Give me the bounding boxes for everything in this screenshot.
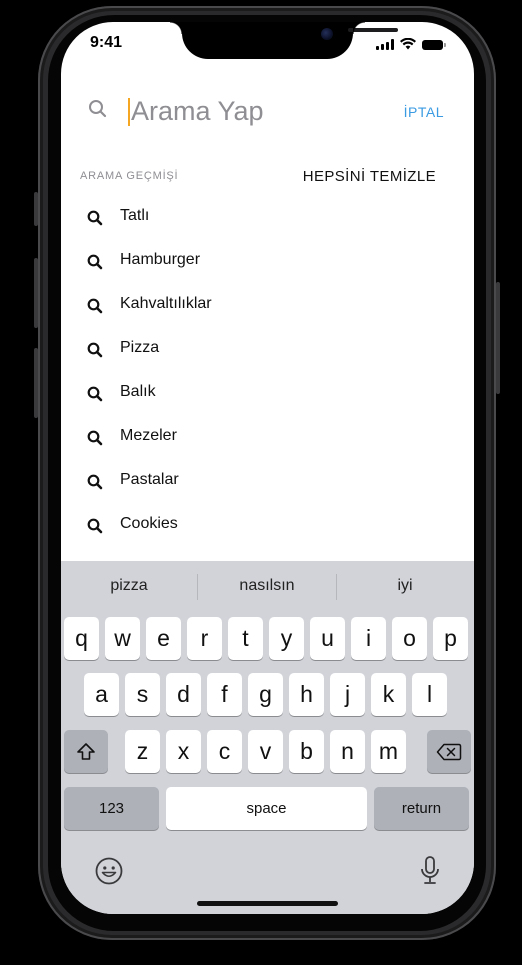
return-key[interactable]: return: [374, 787, 469, 830]
status-time: 9:41: [90, 34, 123, 51]
emoji-icon[interactable]: [94, 856, 124, 886]
battery-icon: [422, 40, 446, 50]
search-input[interactable]: [131, 92, 371, 130]
key-g[interactable]: g: [248, 673, 283, 716]
history-item[interactable]: Tatlı: [61, 198, 474, 242]
history-item-label: Pastalar: [120, 471, 179, 488]
history-item[interactable]: Mezeler: [61, 418, 474, 462]
key-a[interactable]: a: [84, 673, 119, 716]
history-item[interactable]: Balık: [61, 374, 474, 418]
key-f[interactable]: f: [207, 673, 242, 716]
key-o[interactable]: o: [392, 617, 427, 660]
key-n[interactable]: n: [330, 730, 365, 773]
history-item-label: Kahvaltılıklar: [120, 295, 212, 312]
history-item-label: Balık: [120, 383, 156, 400]
history-item[interactable]: Kahvaltılıklar: [61, 286, 474, 330]
search-icon: [87, 386, 103, 402]
key-c[interactable]: c: [207, 730, 242, 773]
search-icon: [89, 100, 107, 118]
key-p[interactable]: p: [433, 617, 468, 660]
key-u[interactable]: u: [310, 617, 345, 660]
space-key[interactable]: space: [166, 787, 367, 830]
history-item[interactable]: Pastalar: [61, 462, 474, 506]
cellular-signal-icon: [376, 39, 394, 50]
key-k[interactable]: k: [371, 673, 406, 716]
clear-all-button[interactable]: HEPSİNİ TEMİZLE: [303, 168, 436, 185]
key-l[interactable]: l: [412, 673, 447, 716]
history-item-label: Tatlı: [120, 207, 150, 224]
search-icon: [87, 430, 103, 446]
suggestion-divider: [336, 574, 337, 600]
predictive-bar: pizza nasılsın iyi: [61, 561, 474, 605]
key-d[interactable]: d: [166, 673, 201, 716]
key-s[interactable]: s: [125, 673, 160, 716]
key-r[interactable]: r: [187, 617, 222, 660]
history-item-label: Cookies: [120, 515, 178, 532]
key-y[interactable]: y: [269, 617, 304, 660]
microphone-icon[interactable]: [419, 855, 441, 887]
power-button: [496, 282, 500, 394]
search-bar: İPTAL: [61, 86, 474, 136]
history-list: Tatlı Hamburger Kahvaltılıklar Pizza Bal…: [61, 198, 474, 550]
key-h[interactable]: h: [289, 673, 324, 716]
notch: [170, 22, 398, 59]
search-icon: [87, 298, 103, 314]
key-b[interactable]: b: [289, 730, 324, 773]
delete-key[interactable]: [427, 730, 471, 773]
shift-key[interactable]: [64, 730, 108, 773]
suggestion-2[interactable]: nasılsın: [239, 577, 294, 595]
key-w[interactable]: w: [105, 617, 140, 660]
key-t[interactable]: t: [228, 617, 263, 660]
suggestion-divider: [197, 574, 198, 600]
home-indicator: [197, 901, 338, 906]
history-item[interactable]: Cookies: [61, 506, 474, 550]
key-v[interactable]: v: [248, 730, 283, 773]
search-icon: [87, 254, 103, 270]
status-icons: [376, 38, 446, 50]
history-item-label: Pizza: [120, 339, 160, 356]
history-item-label: Mezeler: [120, 427, 177, 444]
key-j[interactable]: j: [330, 673, 365, 716]
shift-icon: [77, 742, 95, 760]
key-m[interactable]: m: [371, 730, 406, 773]
numbers-key[interactable]: 123: [64, 787, 159, 830]
key-x[interactable]: x: [166, 730, 201, 773]
history-title: ARAMA GEÇMİŞİ: [80, 170, 179, 182]
keyboard: pizza nasılsın iyi q w e r t y u i o p a…: [61, 561, 474, 914]
search-icon: [87, 518, 103, 534]
backspace-icon: [436, 743, 462, 760]
history-header: ARAMA GEÇMİŞİ HEPSİNİ TEMİZLE: [61, 168, 474, 188]
front-camera: [321, 28, 333, 40]
key-q[interactable]: q: [64, 617, 99, 660]
suggestion-3[interactable]: iyi: [397, 577, 412, 595]
search-icon: [87, 474, 103, 490]
key-e[interactable]: e: [146, 617, 181, 660]
text-cursor: [128, 98, 130, 126]
history-item[interactable]: Hamburger: [61, 242, 474, 286]
key-i[interactable]: i: [351, 617, 386, 660]
search-icon: [87, 342, 103, 358]
speaker-grille: [348, 28, 398, 32]
history-item-label: Hamburger: [120, 251, 201, 268]
history-item[interactable]: Pizza: [61, 330, 474, 374]
cancel-button[interactable]: İPTAL: [404, 104, 444, 120]
search-icon: [87, 210, 103, 226]
wifi-icon: [400, 38, 416, 50]
phone-screen: 9:41 İPTAL ARAMA GEÇMİŞİ HEPSİNİ TEMİZLE…: [61, 22, 474, 914]
suggestion-1[interactable]: pizza: [110, 577, 147, 595]
key-z[interactable]: z: [125, 730, 160, 773]
